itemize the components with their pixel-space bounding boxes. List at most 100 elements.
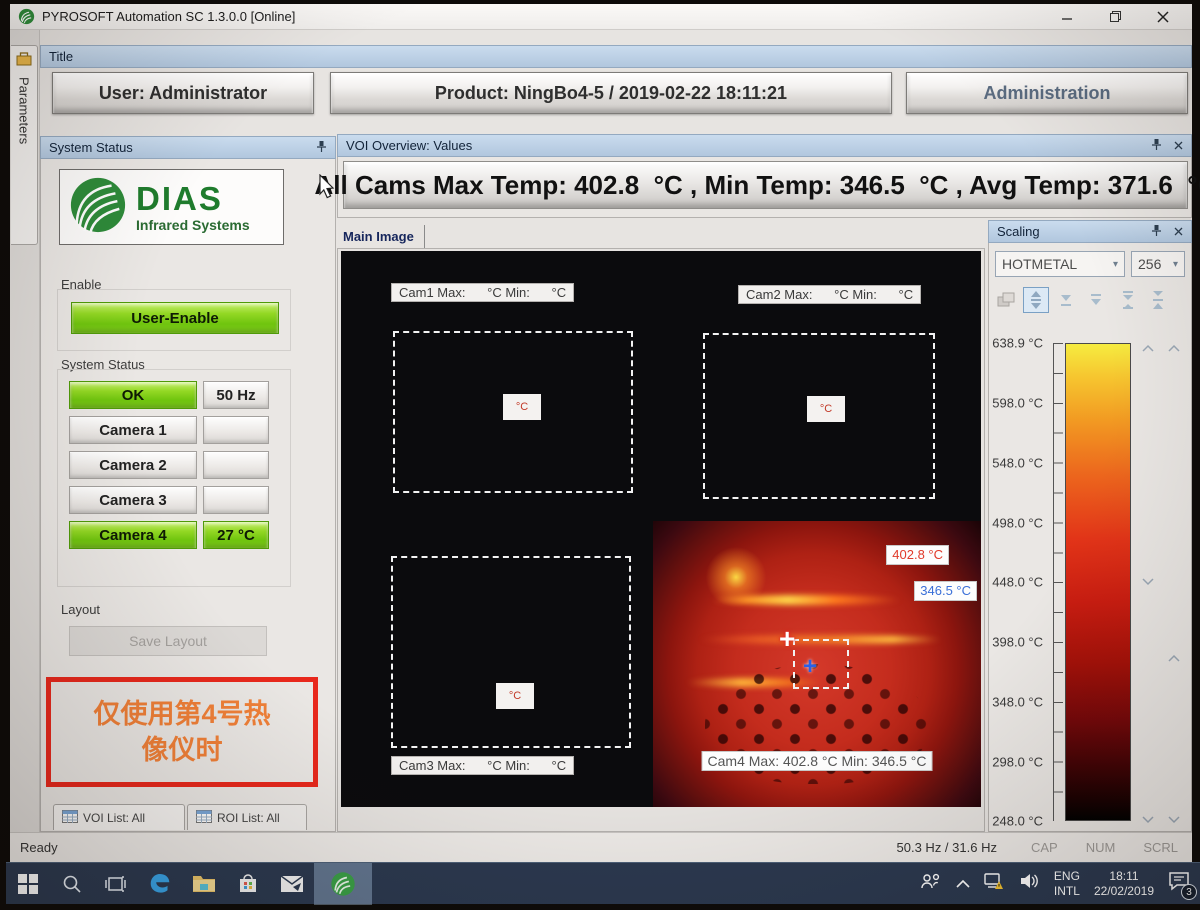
camera1-button[interactable]: Camera 1: [69, 416, 197, 444]
colorbar-tick: 448.0 °C: [992, 575, 1043, 590]
volume-icon[interactable]: [1020, 873, 1040, 894]
all-cams-temp-text: All Cams Max Temp: 402.8 °C , Min Temp: …: [315, 170, 1200, 201]
status-hz-button[interactable]: 50 Hz: [203, 381, 269, 409]
app-statusbar: Ready 50.3 Hz / 31.6 Hz CAP NUM SCRL: [10, 832, 1192, 862]
scale-max-icon[interactable]: [1083, 287, 1109, 313]
voi-overview-panel: VOI Overview: Values All Cams Max Temp: …: [337, 134, 1192, 218]
camera2-button[interactable]: Camera 2: [69, 451, 197, 479]
spin-up-icon[interactable]: [1165, 651, 1183, 665]
scaling-header: Scaling: [988, 220, 1192, 243]
close-button[interactable]: [1156, 10, 1170, 24]
task-view-icon[interactable]: [94, 863, 138, 905]
palette-select[interactable]: HOTMETAL▾: [995, 251, 1125, 277]
cam2-info-label: Cam2 Max: °C Min: °C: [738, 285, 921, 304]
cam2-marker-unit: °C: [820, 403, 832, 415]
camera3-button[interactable]: Camera 3: [69, 486, 197, 514]
spin-up-icon[interactable]: [1165, 341, 1183, 355]
system-status-panel-body: DIAS Infrared Systems Enable User-Enable…: [40, 159, 336, 832]
spin-down-icon[interactable]: [1139, 575, 1157, 589]
voi-overview-body: All Cams Max Temp: 402.8 °C , Min Temp: …: [337, 157, 1192, 218]
title-panel-label: Title: [49, 49, 73, 64]
edge-browser-icon[interactable]: [138, 863, 182, 905]
camera1-value-box: [203, 416, 269, 444]
auto-scale-icon[interactable]: [993, 287, 1019, 313]
camera4-label: Camera 4: [99, 527, 167, 544]
product-button[interactable]: Product: NingBo4-5 / 2019-02-22 18:11:21: [330, 72, 892, 114]
status-num: NUM: [1086, 840, 1116, 855]
camera4-temp-box: 27 °C: [203, 521, 269, 549]
colorbar-tick: 598.0 °C: [992, 396, 1043, 411]
close-icon[interactable]: [1174, 224, 1183, 239]
scale-compress-icon[interactable]: [1145, 287, 1171, 313]
status-ready: Ready: [20, 840, 58, 855]
tray-expand-icon[interactable]: [956, 875, 970, 893]
action-center-icon[interactable]: 3: [1168, 871, 1190, 896]
cam4-info-label: Cam4 Max: 402.8 °C Min: 346.5 °C: [702, 751, 933, 771]
parameters-tab-label: Parameters: [17, 77, 32, 144]
title-panel-header: Title: [40, 45, 1192, 68]
language-indicator[interactable]: ENG INTL: [1054, 869, 1080, 899]
levels-select[interactable]: 256▾: [1131, 251, 1185, 277]
cam1-info-label: Cam1 Max: °C Min: °C: [391, 283, 574, 302]
scale-updown-icon[interactable]: [1023, 287, 1049, 313]
cam1-marker: °C: [503, 394, 541, 420]
user-button[interactable]: User: Administrator: [52, 72, 314, 114]
scaling-title: Scaling: [997, 224, 1040, 239]
pin-icon[interactable]: [316, 140, 327, 156]
parameters-tab[interactable]: Parameters: [11, 45, 38, 245]
minimize-button[interactable]: [1060, 10, 1074, 24]
scale-expand-icon[interactable]: [1115, 287, 1141, 313]
spin-down-icon[interactable]: [1139, 813, 1157, 827]
status-ok-label: OK: [122, 387, 145, 404]
camera-grid: Cam1 Max: °C Min: °C °C Cam2 Max: °C Min…: [341, 251, 981, 807]
levels-value: 256: [1138, 256, 1161, 272]
dias-logo-icon: [68, 175, 128, 240]
colorbar-gradient: [1065, 343, 1131, 821]
pin-icon[interactable]: [1151, 138, 1162, 154]
spin-up-icon[interactable]: [1139, 341, 1157, 355]
camera4-button[interactable]: Camera 4: [69, 521, 197, 549]
voi-list-tab[interactable]: VOI List: All: [53, 804, 185, 830]
tab-main-image[interactable]: Main Image: [337, 225, 425, 248]
min-temp-cross-marker: +: [803, 655, 817, 679]
pyrosoft-app-taskbar-icon[interactable]: [314, 863, 372, 905]
camera3-label: Camera 3: [99, 492, 167, 509]
app-icon: [18, 8, 35, 25]
language-line1: ENG: [1054, 869, 1080, 883]
file-explorer-icon[interactable]: [182, 863, 226, 905]
voi-list-tab-label: VOI List: All: [83, 811, 145, 825]
spin-down-icon[interactable]: [1165, 813, 1183, 827]
status-scrl: SCRL: [1143, 840, 1178, 855]
close-icon[interactable]: [1174, 138, 1183, 153]
language-line2: INTL: [1054, 884, 1080, 898]
user-enable-button[interactable]: User-Enable: [71, 302, 279, 334]
scaling-body: HOTMETAL▾ 256▾ 638.9 °C 598.0 °C 548.0 °…: [988, 243, 1192, 832]
roi-list-tab[interactable]: ROI List: All: [187, 804, 307, 830]
restore-button[interactable]: [1108, 10, 1122, 24]
store-icon[interactable]: [226, 863, 270, 905]
cam3-roi[interactable]: [391, 556, 631, 748]
status-ok-button[interactable]: OK: [69, 381, 197, 409]
administration-button[interactable]: Administration: [906, 72, 1188, 114]
cam4-roi[interactable]: [793, 639, 849, 689]
mouse-cursor: [318, 174, 338, 200]
colorbar-tick: 348.0 °C: [992, 695, 1043, 710]
search-icon[interactable]: [50, 863, 94, 905]
cam4-min-tag: 346.5 °C: [914, 581, 977, 601]
scale-min-icon[interactable]: [1053, 287, 1079, 313]
cam4-max-tag: 402.8 °C: [886, 545, 949, 565]
mail-icon[interactable]: [270, 863, 314, 905]
save-layout-button[interactable]: Save Layout: [69, 626, 267, 656]
pin-icon[interactable]: [1151, 224, 1162, 240]
voi-overview-header: VOI Overview: Values: [337, 134, 1192, 157]
clock[interactable]: 18:11 22/02/2019: [1094, 869, 1154, 899]
table-icon: [196, 810, 212, 826]
dias-brand-text: DIAS: [136, 182, 250, 215]
start-button[interactable]: [6, 863, 50, 905]
dias-logo: DIAS Infrared Systems: [59, 169, 284, 245]
people-icon[interactable]: [920, 873, 942, 894]
product-button-label: Product: NingBo4-5 / 2019-02-22 18:11:21: [435, 83, 787, 104]
network-warning-icon[interactable]: [984, 872, 1006, 895]
voi-overview-title: VOI Overview: Values: [346, 138, 472, 153]
administration-button-label: Administration: [983, 83, 1110, 104]
